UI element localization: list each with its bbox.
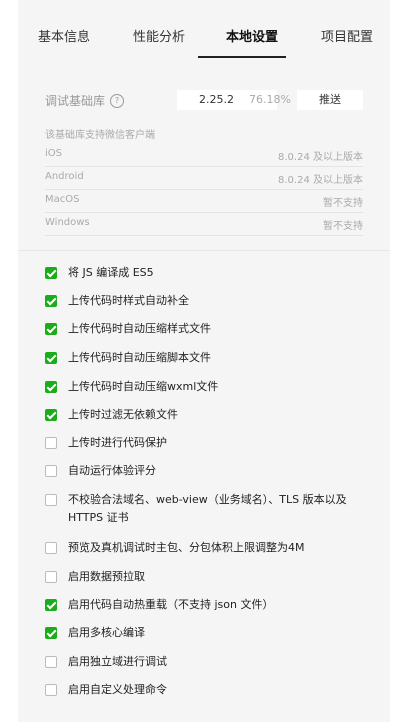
checkbox-checked[interactable] — [45, 295, 57, 307]
option-label: 启用自定义处理命令 — [68, 683, 167, 696]
option-label: 上传代码时样式自动补全 — [68, 294, 189, 307]
checkbox-checked[interactable] — [45, 323, 57, 335]
settings-panel: 基本信息 性能分析 本地设置 项目配置 调试基础库 ? 2.25.2 76.18… — [18, 0, 390, 722]
active-tab-indicator — [198, 56, 286, 58]
client-row-ios: iOS 8.0.24 及以上版本 — [45, 143, 363, 167]
client-support-title: 该基础库支持微信客户端 — [45, 130, 155, 141]
option-label: 上传代码时自动压缩样式文件 — [68, 322, 211, 335]
client-status: 8.0.24 及以上版本 — [278, 152, 363, 163]
option-label: 预览及真机调试时主包、分包体积上限调整为4M — [68, 541, 305, 554]
option-label: 自动运行体验评分 — [68, 464, 156, 477]
tab-project-config[interactable]: 项目配置 — [321, 26, 373, 45]
checkbox-unchecked[interactable] — [45, 684, 57, 696]
option-label: 不校验合法域名、web-view（业务域名）、TLS 版本以及 HTTPS 证书 — [68, 493, 347, 524]
option-label: 启用多核心编译 — [68, 626, 145, 639]
checkbox-checked[interactable] — [45, 627, 57, 639]
option-label: 将 JS 编译成 ES5 — [68, 266, 154, 279]
section-divider — [18, 250, 390, 251]
checkbox-checked[interactable] — [45, 409, 57, 421]
debug-library-label: 调试基础库 — [45, 94, 106, 108]
option-label: 启用独立域进行调试 — [68, 655, 167, 668]
client-name: iOS — [45, 148, 62, 159]
option-label: 启用数据预拉取 — [68, 570, 145, 583]
client-status: 暂不支持 — [323, 198, 363, 209]
debug-library-row: 调试基础库 ? 2.25.2 76.18% 推送 — [45, 90, 363, 110]
checkbox-checked[interactable] — [45, 381, 57, 393]
client-row-android: Android 8.0.24 及以上版本 — [45, 166, 363, 190]
client-row-macos: MacOS 暂不支持 — [45, 189, 363, 213]
tab-basic-info[interactable]: 基本信息 — [38, 26, 90, 45]
library-version-select[interactable]: 2.25.2 76.18% — [177, 90, 291, 110]
tab-performance[interactable]: 性能分析 — [133, 26, 185, 45]
checkbox-unchecked[interactable] — [45, 656, 57, 668]
option-label: 上传时进行代码保护 — [68, 436, 167, 449]
checkbox-checked[interactable] — [45, 599, 57, 611]
option-label: 启用代码自动热重载（不支持 json 文件） — [68, 598, 274, 611]
client-status: 暂不支持 — [323, 221, 363, 232]
client-status: 8.0.24 及以上版本 — [278, 175, 363, 186]
checkbox-unchecked[interactable] — [45, 494, 57, 506]
option-label: 上传代码时自动压缩脚本文件 — [68, 351, 211, 364]
option-label: 上传代码时自动压缩wxml文件 — [68, 380, 219, 393]
library-version-value: 2.25.2 — [199, 93, 234, 106]
client-name: Android — [45, 171, 84, 182]
checkbox-unchecked[interactable] — [45, 437, 57, 449]
client-row-windows: Windows 暂不支持 — [45, 212, 363, 236]
help-icon[interactable]: ? — [110, 94, 124, 108]
checkbox-checked[interactable] — [45, 267, 57, 279]
checkbox-unchecked[interactable] — [45, 542, 57, 554]
checkbox-unchecked[interactable] — [45, 571, 57, 583]
option-label: 上传时过滤无依赖文件 — [68, 408, 178, 421]
client-name: Windows — [45, 217, 90, 228]
tab-bar: 基本信息 性能分析 本地设置 项目配置 — [18, 0, 390, 60]
library-version-percent: 76.18% — [249, 93, 291, 106]
checkbox-unchecked[interactable] — [45, 465, 57, 477]
tab-local-settings[interactable]: 本地设置 — [226, 26, 278, 45]
push-button[interactable]: 推送 — [297, 90, 363, 110]
client-name: MacOS — [45, 194, 80, 205]
checkbox-checked[interactable] — [45, 352, 57, 364]
